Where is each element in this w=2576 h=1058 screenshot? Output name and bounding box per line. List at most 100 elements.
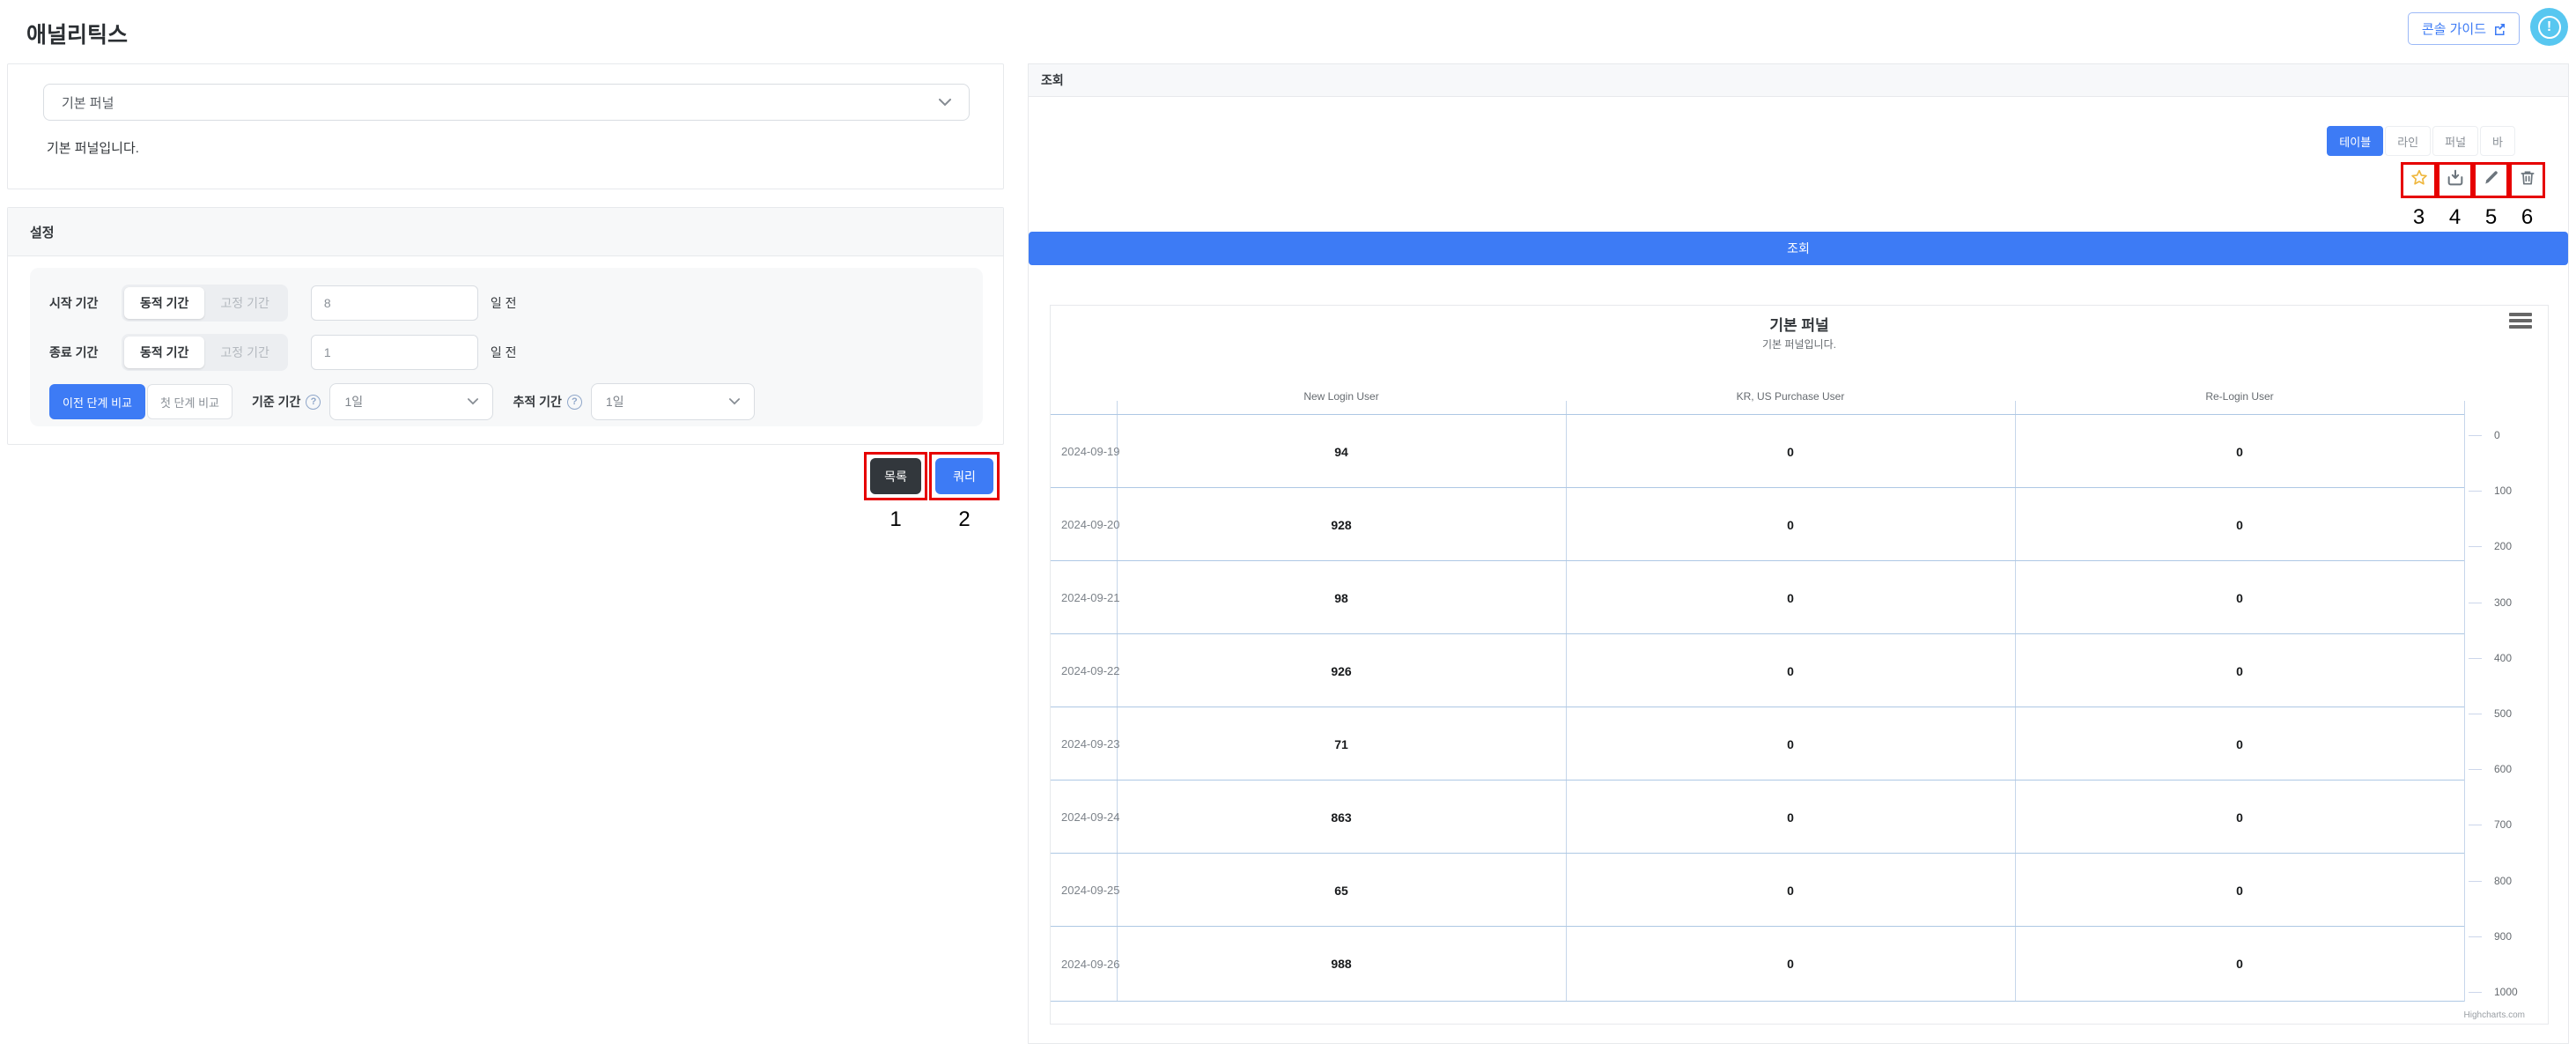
edit-icon — [2483, 169, 2500, 191]
exclamation-circle-icon: ! — [2538, 16, 2561, 39]
end-period-toggle: 동적 기간 고정 기간 — [122, 334, 288, 371]
console-guide-button[interactable]: 콘솔 가이드 — [2408, 12, 2520, 45]
cell-value: 926 — [1117, 634, 1566, 707]
end-period-input[interactable] — [311, 335, 478, 370]
cell-value: 0 — [2015, 415, 2464, 488]
highcharts-credit: Highcharts.com — [2464, 1010, 2525, 1020]
base-period-select[interactable]: 1일 — [329, 383, 493, 420]
row-date: 2024-09-20 — [1061, 488, 1120, 561]
cell-value: 988 — [1117, 927, 1566, 1001]
analytics-page: 애널리틱스 콘솔 가이드 ! 기본 퍼널 기본 퍼널입니다. 설정 시작 기간 … — [0, 0, 2576, 1058]
start-period-suffix: 일 전 — [491, 294, 517, 312]
export-button[interactable] — [2437, 162, 2473, 198]
chart-card: 기본 퍼널 기본 퍼널입니다. New Login User KR, US Pu… — [1050, 305, 2549, 1025]
y-axis-tick: 400 — [2469, 651, 2512, 665]
tracking-period-select[interactable]: 1일 — [591, 383, 755, 420]
end-fixed-option[interactable]: 고정 기간 — [204, 337, 284, 368]
delete-button[interactable] — [2509, 162, 2545, 198]
first-step-compare-button[interactable]: 첫 단계 비교 — [147, 384, 233, 419]
view-tabs: 테이블 라인 퍼널 바 — [2327, 126, 2515, 156]
chart-menu-icon[interactable] — [2509, 313, 2532, 331]
chart-title: 기본 퍼널 — [1051, 313, 2548, 335]
page-title: 애널리틱스 — [26, 18, 128, 49]
row-date: 2024-09-24 — [1061, 781, 1120, 854]
cell-value: 0 — [1566, 781, 2015, 854]
cell-value: 0 — [1566, 488, 2015, 561]
cell-value: 0 — [1566, 707, 2015, 781]
y-axis-tick: 1000 — [2469, 985, 2518, 999]
cell-value: 71 — [1117, 707, 1566, 781]
tab-funnel[interactable]: 퍼널 — [2432, 126, 2478, 156]
funnel-description: 기본 퍼널입니다. — [47, 138, 139, 157]
base-period-help-icon[interactable]: ? — [306, 395, 321, 410]
annotation-number-1: 1 — [889, 507, 901, 532]
cell-value: 0 — [2015, 854, 2464, 927]
start-period-label: 시작 기간 — [49, 294, 113, 312]
y-axis-tick: 500 — [2469, 707, 2512, 721]
end-period-row: 종료 기간 동적 기간 고정 기간 일 전 — [49, 333, 963, 372]
prev-step-compare-button[interactable]: 이전 단계 비교 — [49, 384, 145, 419]
chart-subtitle: 기본 퍼널입니다. — [1051, 337, 2548, 351]
annotation-box-2: 쿼리 — [929, 452, 1000, 500]
table-row: 2024-09-19 94 0 0 — [1051, 414, 2464, 488]
tracking-period-value: 1일 — [606, 393, 624, 411]
row-date: 2024-09-26 — [1061, 927, 1120, 1001]
cell-value: 0 — [2015, 781, 2464, 854]
base-period-label: 기준 기간 — [252, 393, 300, 411]
settings-card: 설정 시작 기간 동적 기간 고정 기간 일 전 종료 기간 동적 기간 고정 … — [7, 207, 1004, 445]
query-action: 쿼리 2 — [929, 452, 1000, 532]
compare-row: 이전 단계 비교 첫 단계 비교 기준 기간 ? 1일 추적 기간 ? 1일 — [49, 382, 963, 421]
table-row: 2024-09-25 65 0 0 — [1051, 853, 2464, 927]
cell-value: 0 — [1566, 634, 2015, 707]
cell-value: 94 — [1117, 415, 1566, 488]
chevron-down-icon — [729, 398, 740, 405]
base-period-value: 1일 — [344, 393, 363, 411]
table-row: 2024-09-26 988 0 0 — [1051, 926, 2464, 1002]
edit-button[interactable] — [2473, 162, 2509, 198]
table-row: 2024-09-22 926 0 0 — [1051, 633, 2464, 707]
tab-table[interactable]: 테이블 — [2327, 126, 2383, 156]
funnel-card: 기본 퍼널 기본 퍼널입니다. — [7, 63, 1004, 189]
tab-line[interactable]: 라인 — [2385, 126, 2431, 156]
tracking-period-help-icon[interactable]: ? — [567, 395, 582, 410]
table-row: 2024-09-23 71 0 0 — [1051, 707, 2464, 781]
start-period-input[interactable] — [311, 285, 478, 321]
cell-value: 0 — [1566, 854, 2015, 927]
row-date: 2024-09-25 — [1061, 854, 1120, 927]
cell-value: 0 — [2015, 488, 2464, 561]
chevron-down-icon — [468, 398, 478, 405]
start-period-toggle: 동적 기간 고정 기간 — [122, 285, 288, 322]
star-icon — [2410, 168, 2429, 192]
list-button[interactable]: 목록 — [870, 458, 921, 494]
cell-value: 0 — [1566, 927, 2015, 1001]
cell-value: 863 — [1117, 781, 1566, 854]
help-floating-button[interactable]: ! — [2530, 8, 2568, 46]
annotation-number-6: 6 — [2521, 205, 2533, 230]
row-date: 2024-09-19 — [1061, 415, 1120, 488]
annotation-number-4: 4 — [2449, 205, 2461, 230]
chevron-down-icon — [939, 99, 951, 107]
y-axis-tick: 200 — [2469, 539, 2512, 553]
start-fixed-option[interactable]: 고정 기간 — [204, 287, 284, 319]
end-dynamic-option[interactable]: 동적 기간 — [124, 337, 204, 368]
cell-value: 0 — [1566, 561, 2015, 634]
column-header: New Login User — [1117, 390, 1566, 403]
y-axis-tick: 300 — [2469, 596, 2512, 610]
annotation-box-1: 목록 — [864, 452, 927, 500]
funnel-select-value: 기본 퍼널 — [62, 93, 114, 112]
result-panel-title: 조회 — [1029, 64, 2568, 97]
table-row: 2024-09-24 863 0 0 — [1051, 780, 2464, 854]
favorite-button[interactable] — [2401, 162, 2437, 198]
tab-bar[interactable]: 바 — [2480, 126, 2515, 156]
y-axis-tick: 900 — [2469, 929, 2512, 943]
end-period-label: 종료 기간 — [49, 344, 113, 361]
run-query-button[interactable]: 조회 — [1029, 232, 2568, 265]
table-row: 2024-09-21 98 0 0 — [1051, 560, 2464, 634]
start-dynamic-option[interactable]: 동적 기간 — [124, 287, 204, 319]
tracking-period-label: 추적 기간 — [513, 393, 561, 411]
funnel-select[interactable]: 기본 퍼널 — [43, 84, 970, 121]
row-date: 2024-09-21 — [1061, 561, 1120, 634]
query-button[interactable]: 쿼리 — [935, 458, 993, 494]
cell-value: 0 — [2015, 927, 2464, 1001]
table-row: 2024-09-20 928 0 0 — [1051, 487, 2464, 561]
